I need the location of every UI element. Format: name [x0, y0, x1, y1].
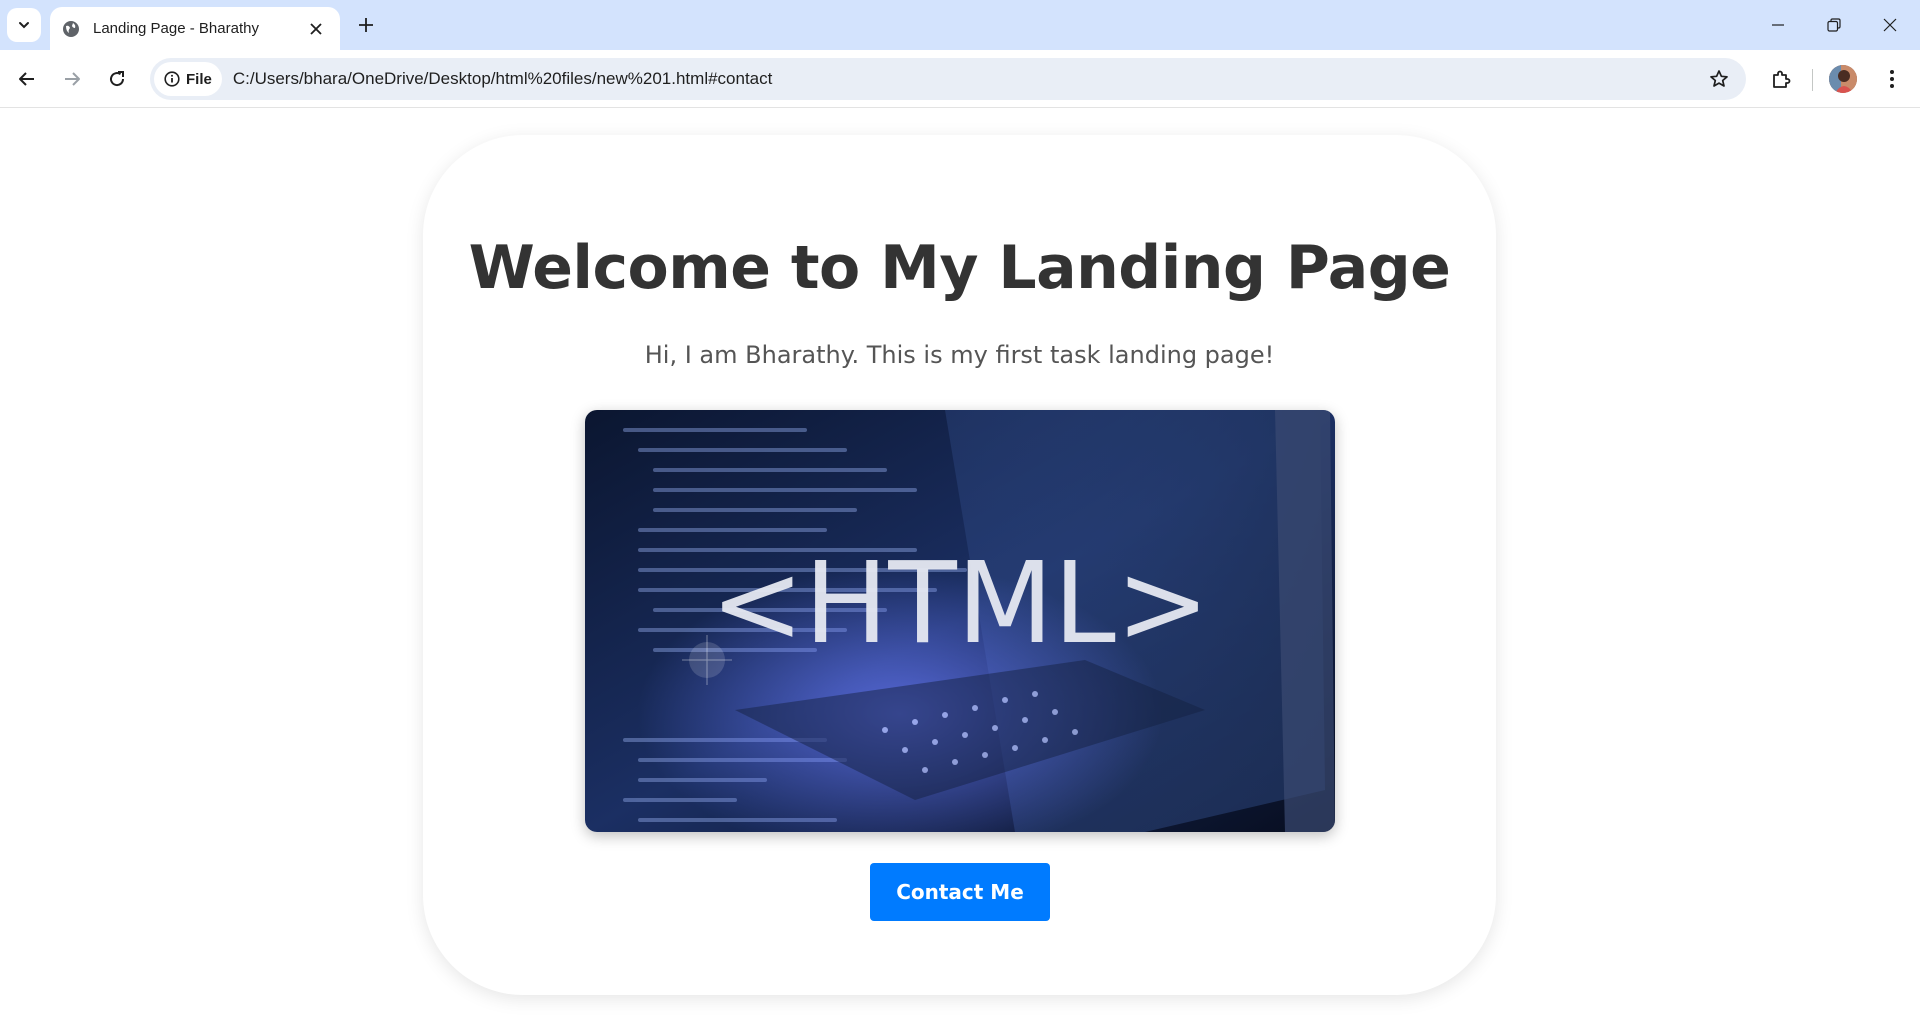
landing-card: Welcome to My Landing Page Hi, I am Bhar… — [423, 135, 1496, 995]
hero-image: <HTML> — [585, 410, 1335, 832]
bookmark-button[interactable] — [1702, 62, 1736, 96]
star-icon — [1710, 70, 1728, 87]
arrow-right-icon — [65, 72, 80, 86]
globe-icon — [63, 20, 79, 37]
back-button[interactable] — [9, 61, 45, 97]
close-icon — [310, 22, 322, 35]
page-viewport: Welcome to My Landing Page Hi, I am Bhar… — [0, 109, 1920, 1020]
page-subtitle: Hi, I am Bharathy. This is my first task… — [644, 341, 1275, 369]
close-window-button[interactable] — [1862, 0, 1918, 50]
puzzle-icon — [1773, 70, 1791, 88]
restore-icon — [1827, 18, 1841, 32]
profile-avatar[interactable] — [1829, 65, 1857, 93]
new-tab-button[interactable] — [352, 11, 380, 39]
active-tab[interactable]: Landing Page - Bharathy — [50, 7, 340, 50]
address-bar[interactable]: File C:/Users/bhara/OneDrive/Desktop/htm… — [150, 58, 1746, 100]
html-laptop-illustration: <HTML> — [585, 410, 1335, 832]
close-tab-button[interactable] — [306, 19, 326, 39]
toolbar-divider — [1812, 69, 1813, 91]
minimize-button[interactable] — [1750, 0, 1806, 50]
close-icon — [1883, 18, 1897, 32]
restore-button[interactable] — [1806, 0, 1862, 50]
chevron-down-icon — [19, 22, 29, 29]
url-text[interactable]: C:/Users/bhara/OneDrive/Desktop/html%20f… — [233, 69, 1702, 89]
contact-me-button[interactable]: Contact Me — [870, 863, 1050, 921]
plus-icon — [359, 18, 373, 32]
page-title: Welcome to My Landing Page — [468, 233, 1451, 303]
tab-strip: Landing Page - Bharathy — [0, 0, 1920, 50]
avatar-image — [1829, 65, 1857, 93]
browser-toolbar: File C:/Users/bhara/OneDrive/Desktop/htm… — [0, 50, 1920, 108]
browser-menu-button[interactable] — [1874, 61, 1910, 97]
site-info-chip[interactable]: File — [154, 62, 222, 96]
arrow-left-icon — [19, 72, 34, 86]
reload-icon — [110, 71, 125, 87]
site-info-label: File — [186, 70, 212, 88]
reload-button[interactable] — [99, 61, 135, 97]
minimize-icon — [1772, 24, 1784, 26]
info-icon — [164, 71, 180, 87]
more-vert-icon — [1890, 70, 1894, 88]
tab-search-button[interactable] — [7, 8, 41, 42]
hero-image-text: <HTML> — [710, 539, 1209, 669]
extensions-button[interactable] — [1763, 61, 1799, 97]
forward-button[interactable] — [54, 61, 90, 97]
tab-title: Landing Page - Bharathy — [93, 20, 259, 37]
